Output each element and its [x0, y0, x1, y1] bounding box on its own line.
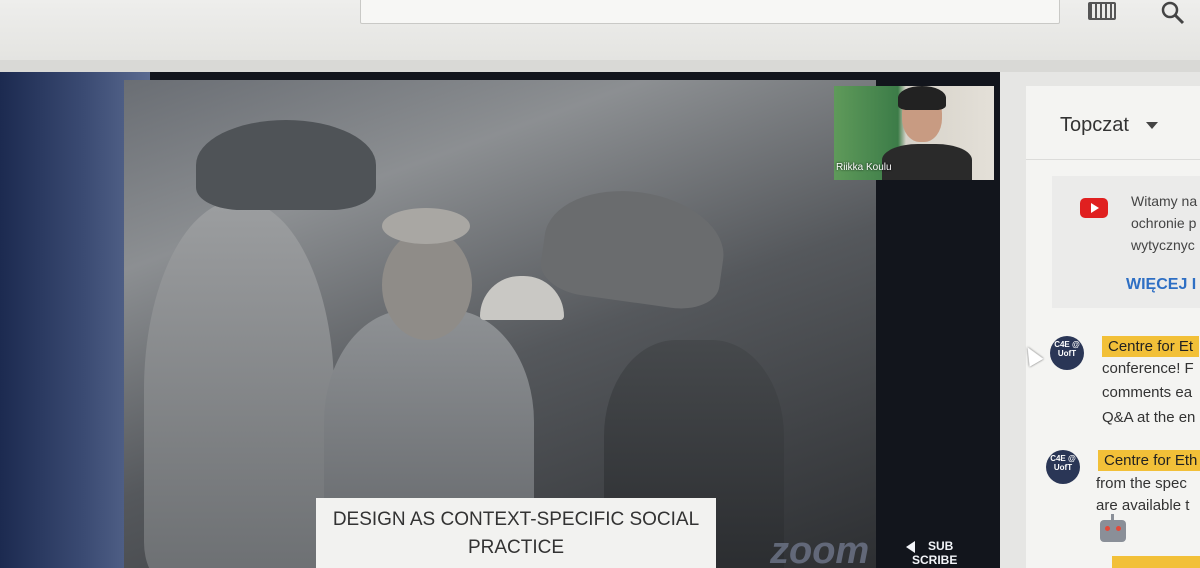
- show-more-button[interactable]: WIĘCEJ I: [1126, 276, 1196, 294]
- zoom-watermark: zoom: [770, 530, 870, 568]
- subscribe-label: SUB: [928, 539, 954, 553]
- keyboard-icon[interactable]: [1088, 2, 1116, 20]
- slide-photo-welding-mask: [537, 180, 731, 314]
- slide-caption-line: DESIGN AS CONTEXT-SPECIFIC SOCIAL: [332, 509, 700, 530]
- subscribe-button[interactable]: SUB SCRIBE: [906, 540, 966, 568]
- search-icon[interactable]: [1160, 0, 1186, 26]
- speaker-body: [882, 144, 972, 180]
- chat-message-line: comments ea: [1102, 384, 1193, 401]
- search-input[interactable]: [360, 0, 1060, 24]
- slide-photo-figure: [144, 200, 334, 568]
- play-icon: [906, 541, 915, 553]
- avatar: C4E @ UofT: [1050, 336, 1084, 370]
- browser-top-bar: [0, 0, 1200, 60]
- speaker-name: Riikka Koulu: [836, 162, 892, 173]
- chevron-down-icon[interactable]: [1146, 122, 1158, 129]
- chat-message-line: Q&A at the en: [1102, 409, 1196, 426]
- slide-caption: DESIGN AS CONTEXT-SPECIFIC SOCIAL PRACTI…: [316, 498, 716, 568]
- chat-author[interactable]: Centre for Et: [1102, 336, 1200, 357]
- chat-message-line: are available t: [1096, 497, 1190, 514]
- video-player[interactable]: DESIGN AS CONTEXT-SPECIFIC SOCIAL PRACTI…: [0, 72, 1000, 568]
- speaker-hair: [898, 86, 946, 110]
- youtube-icon: [1080, 198, 1108, 218]
- slide-caption-line: PRACTICE: [467, 537, 565, 558]
- chat-message-line: conference! F: [1102, 360, 1194, 377]
- chat-title: Topczat: [1060, 114, 1129, 136]
- pinned-text-line: ochronie p: [1131, 215, 1197, 231]
- slide-photo-face: [382, 230, 472, 340]
- presentation-slide: DESIGN AS CONTEXT-SPECIFIC SOCIAL PRACTI…: [124, 80, 876, 568]
- avatar: C4E @ UofT: [1046, 450, 1080, 484]
- robot-icon: [1100, 514, 1126, 542]
- chat-header[interactable]: Topczat: [1026, 86, 1200, 160]
- slide-photo-welding-mask: [196, 120, 376, 210]
- chat-author[interactable]: Centre for Eth: [1098, 450, 1200, 471]
- live-chat-panel: Topczat: [1026, 86, 1200, 568]
- chat-message-line: from the spec: [1096, 475, 1187, 492]
- speaker-video-tile[interactable]: Riikka Koulu: [834, 86, 994, 180]
- pinned-text-line: wytycznyc: [1131, 237, 1195, 253]
- chat-author-partial: [1112, 556, 1200, 568]
- slide-photo-cap: [382, 208, 470, 244]
- pinned-text-line: Witamy na: [1131, 193, 1198, 209]
- subscribe-label: SCRIBE: [912, 553, 958, 567]
